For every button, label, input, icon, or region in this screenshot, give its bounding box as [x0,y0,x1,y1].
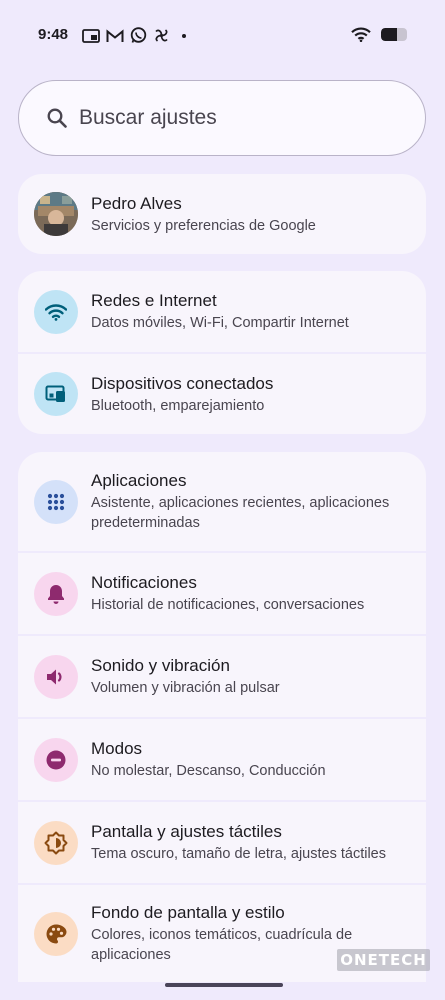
settings-item-title: Fondo de pantalla y estilo [91,903,285,922]
settings-group-connectivity: Redes e Internet Datos móviles, Wi-Fi, C… [18,271,426,434]
settings-item-title: Dispositivos conectados [91,373,274,393]
whatsapp-icon [130,27,147,43]
status-bar: 9:48 [0,0,445,72]
more-notifications-dot [182,33,186,38]
connected-devices-icon [34,372,78,416]
settings-item-subtitle: Volumen y vibración al pulsar [91,680,280,696]
bell-icon [34,571,78,616]
gmail-icon [106,28,124,42]
search-settings-bar[interactable]: Buscar ajustes [18,80,426,156]
palette-icon [34,911,78,956]
settings-item-title: Sonido y vibración [91,656,230,675]
brightness-icon [34,820,78,865]
battery-icon [381,28,407,41]
wifi-icon [34,289,78,334]
status-time: 9:48 [38,26,69,43]
settings-item-subtitle: No molestar, Descanso, Conducción [91,763,326,779]
gesture-navigation-bar[interactable] [165,983,283,987]
settings-item-apps[interactable]: Aplicaciones Asistente, aplicaciones rec… [18,452,426,551]
settings-item-title: Pantalla y ajustes táctiles [91,822,282,841]
do-not-disturb-icon [34,737,78,782]
status-system-icons [351,27,407,42]
search-placeholder: Buscar ajustes [79,106,217,129]
settings-item-title: Redes e Internet [91,291,217,310]
settings-item-title: Aplicaciones [91,471,187,490]
settings-item-network[interactable]: Redes e Internet Datos móviles, Wi-Fi, C… [18,271,426,352]
settings-item-subtitle: Historial de notificaciones, conversacio… [91,597,365,613]
settings-item-subtitle: Datos móviles, Wi-Fi, Compartir Internet [91,315,349,331]
settings-item-display[interactable]: Pantalla y ajustes táctiles Tema oscuro,… [18,802,426,883]
settings-item-connected-devices[interactable]: Dispositivos conectados Bluetooth, empar… [18,354,426,434]
status-notification-icons [82,27,186,44]
settings-item-modes[interactable]: Modos No molestar, Descanso, Conducción [18,719,426,800]
settings-item-title: Notificaciones [91,573,197,592]
wifi-status-icon [351,27,371,42]
pinwheel-icon [155,29,168,42]
settings-item-subtitle: Tema oscuro, tamaño de letra, ajustes tá… [91,846,386,862]
cast-icon [82,28,100,43]
account-subtitle: Servicios y preferencias de Google [91,217,316,234]
settings-item-subtitle: Asistente, aplicaciones recientes, aplic… [91,495,390,531]
account-card[interactable]: Pedro Alves Servicios y preferencias de … [18,174,426,254]
settings-item-sound[interactable]: Sonido y vibración Volumen y vibración a… [18,636,426,717]
avatar [34,192,78,236]
settings-item-title: Modos [91,739,143,758]
settings-item-subtitle: Bluetooth, emparejamiento [91,397,265,414]
watermark-logo: ONETECH [337,949,430,971]
account-name: Pedro Alves [91,193,182,213]
settings-item-notifications[interactable]: Notificaciones Historial de notificacion… [18,553,426,634]
settings-group-device: Aplicaciones Asistente, aplicaciones rec… [18,452,426,982]
speaker-icon [34,654,78,699]
apps-grid-icon [34,479,78,524]
search-icon [47,108,67,128]
